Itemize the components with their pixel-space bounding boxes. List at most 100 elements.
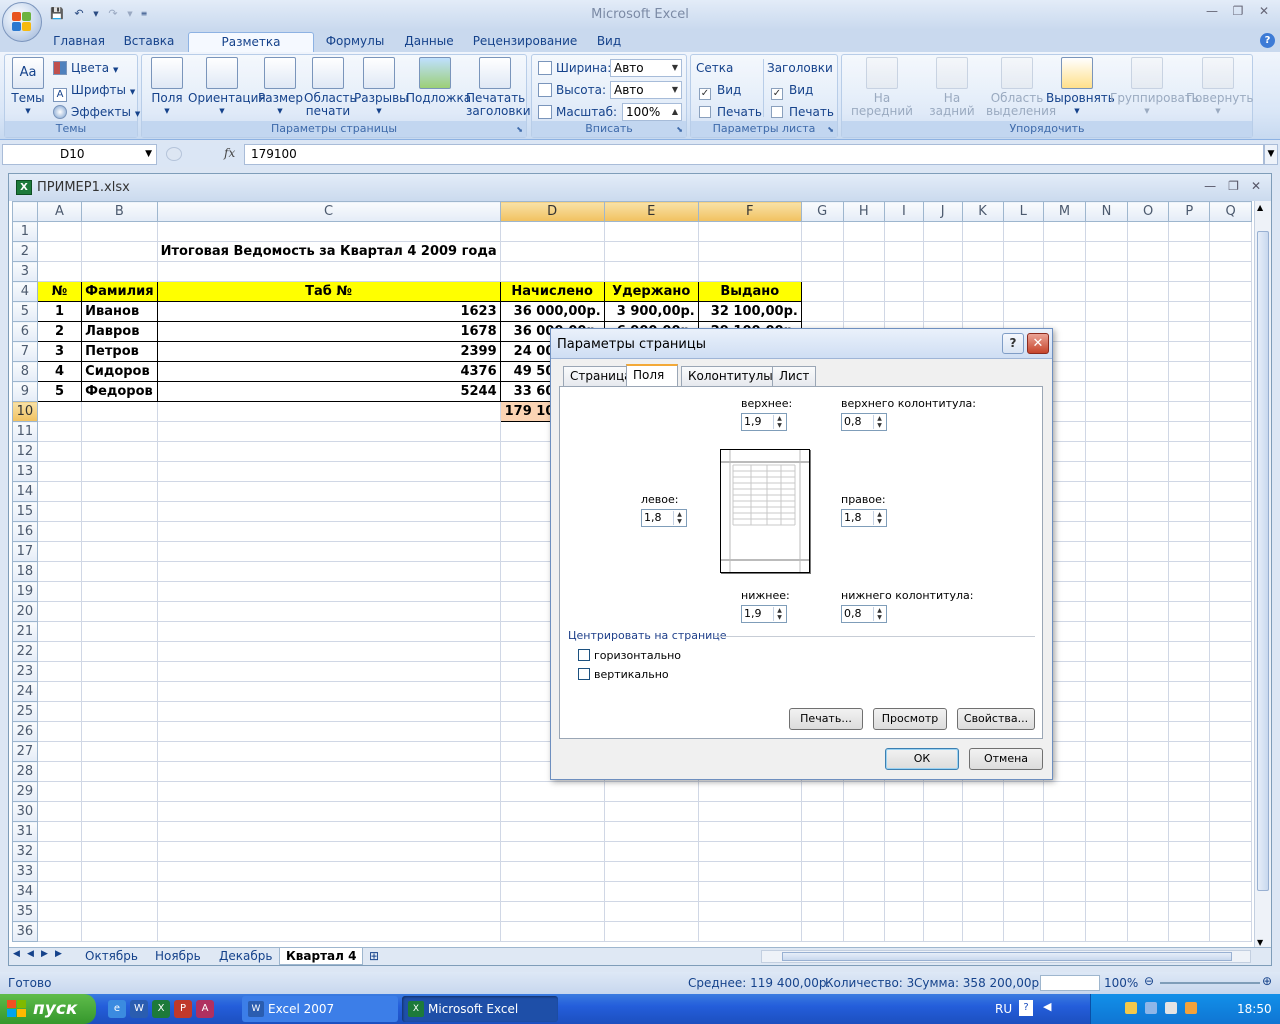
- row-header[interactable]: 5: [12, 301, 38, 322]
- align-button[interactable]: Выровнять ▼: [1046, 57, 1115, 118]
- wb-close-icon[interactable]: ✕: [1251, 179, 1261, 193]
- cell[interactable]: [1209, 521, 1252, 542]
- cell[interactable]: [81, 501, 158, 522]
- cell[interactable]: [1126, 261, 1170, 282]
- cell[interactable]: [800, 801, 844, 822]
- cell[interactable]: [961, 921, 1004, 942]
- wb-minimize-icon[interactable]: —: [1204, 179, 1216, 193]
- cell[interactable]: [1209, 321, 1252, 342]
- cell[interactable]: [36, 601, 83, 622]
- ok-button[interactable]: ОК: [885, 748, 959, 770]
- cell[interactable]: [81, 601, 158, 622]
- cell[interactable]: [81, 801, 158, 822]
- cell[interactable]: [1168, 281, 1211, 302]
- cell[interactable]: [1085, 901, 1128, 922]
- cell[interactable]: [36, 221, 83, 242]
- cell[interactable]: [81, 861, 158, 882]
- cell[interactable]: [800, 841, 844, 862]
- cell[interactable]: [1002, 221, 1044, 242]
- table-cell[interactable]: Сидоров: [81, 361, 158, 382]
- cell[interactable]: [1126, 281, 1170, 302]
- cell[interactable]: [1085, 441, 1128, 462]
- cell[interactable]: [603, 241, 699, 262]
- cell[interactable]: [842, 921, 886, 942]
- cell[interactable]: [81, 881, 158, 902]
- cell[interactable]: [81, 901, 158, 922]
- cell[interactable]: [1085, 261, 1128, 282]
- cell[interactable]: [603, 861, 699, 882]
- cell[interactable]: [800, 221, 844, 242]
- speaker-tray-icon[interactable]: [1165, 1002, 1177, 1014]
- table-cell[interactable]: Лавров: [81, 321, 158, 342]
- preview-button[interactable]: Просмотр: [873, 708, 947, 730]
- cell[interactable]: [1085, 221, 1128, 242]
- cell[interactable]: [156, 701, 501, 722]
- column-header[interactable]: L: [1002, 201, 1044, 222]
- cell[interactable]: [1042, 861, 1087, 882]
- cell[interactable]: [156, 581, 501, 602]
- right-margin-spinner[interactable]: 1,8 ▲ ▼: [841, 509, 887, 527]
- cell[interactable]: [1085, 661, 1128, 682]
- row-header[interactable]: 20: [12, 601, 38, 622]
- cell[interactable]: [156, 801, 501, 822]
- cell[interactable]: [961, 861, 1004, 882]
- tab-page-layout[interactable]: Разметка страницы: [188, 32, 314, 67]
- cell[interactable]: [1209, 541, 1252, 562]
- table-header-cell[interactable]: Удержано: [603, 281, 699, 302]
- cell[interactable]: [1085, 581, 1128, 602]
- spin-buttons-icon[interactable]: ▲ ▼: [873, 415, 885, 429]
- cell[interactable]: [1085, 421, 1128, 442]
- table-cell[interactable]: 2: [36, 321, 83, 342]
- cell[interactable]: [156, 761, 501, 782]
- cell[interactable]: [884, 221, 924, 242]
- cell[interactable]: [1168, 681, 1211, 702]
- cell[interactable]: [1168, 241, 1211, 262]
- cell[interactable]: [1209, 581, 1252, 602]
- cell[interactable]: [1168, 501, 1211, 522]
- row-header[interactable]: 17: [12, 541, 38, 562]
- cell[interactable]: [36, 241, 83, 262]
- expand-formula-bar-icon[interactable]: ▼: [1264, 144, 1278, 165]
- cell[interactable]: [1126, 801, 1170, 822]
- sheet-tab-october[interactable]: Октябрь: [79, 948, 144, 965]
- selection-pane-button[interactable]: Область выделения: [986, 57, 1056, 118]
- cell[interactable]: [697, 921, 802, 942]
- cell[interactable]: [81, 741, 158, 762]
- cell[interactable]: [603, 781, 699, 802]
- cell[interactable]: [1042, 841, 1087, 862]
- cell[interactable]: [1126, 821, 1170, 842]
- cell[interactable]: [842, 881, 886, 902]
- rotate-button[interactable]: Повернуть ▼: [1186, 57, 1253, 118]
- cell[interactable]: [842, 301, 886, 322]
- cell[interactable]: [156, 821, 501, 842]
- cell[interactable]: [800, 921, 844, 942]
- cell[interactable]: [1209, 341, 1252, 362]
- spin-buttons-icon[interactable]: ▲ ▼: [873, 511, 885, 525]
- cell[interactable]: [1042, 281, 1087, 302]
- ie-icon[interactable]: e: [108, 1000, 126, 1018]
- cell[interactable]: [1209, 761, 1252, 782]
- cell[interactable]: [922, 901, 963, 922]
- cell[interactable]: [884, 821, 924, 842]
- cell[interactable]: [1002, 241, 1044, 262]
- tab-home[interactable]: Главная: [48, 32, 110, 52]
- cell[interactable]: [1042, 241, 1087, 262]
- row-header[interactable]: 22: [12, 641, 38, 662]
- cell[interactable]: [1002, 781, 1044, 802]
- cell[interactable]: [1168, 461, 1211, 482]
- cell[interactable]: [1085, 721, 1128, 742]
- table-cell[interactable]: Иванов: [81, 301, 158, 322]
- cell[interactable]: [81, 461, 158, 482]
- formula-input[interactable]: 179100: [244, 144, 1264, 165]
- cell[interactable]: [36, 401, 83, 422]
- table-cell[interactable]: 5244: [156, 381, 501, 402]
- cell[interactable]: [884, 781, 924, 802]
- bottom-margin-spinner[interactable]: 1,9 ▲ ▼: [741, 605, 787, 623]
- spin-buttons-icon[interactable]: ▲ ▼: [773, 415, 785, 429]
- cell[interactable]: [1209, 621, 1252, 642]
- table-cell[interactable]: Федоров: [81, 381, 158, 402]
- cell[interactable]: [697, 261, 802, 282]
- cell[interactable]: [36, 461, 83, 482]
- cell[interactable]: [1209, 221, 1252, 242]
- cell[interactable]: [156, 621, 501, 642]
